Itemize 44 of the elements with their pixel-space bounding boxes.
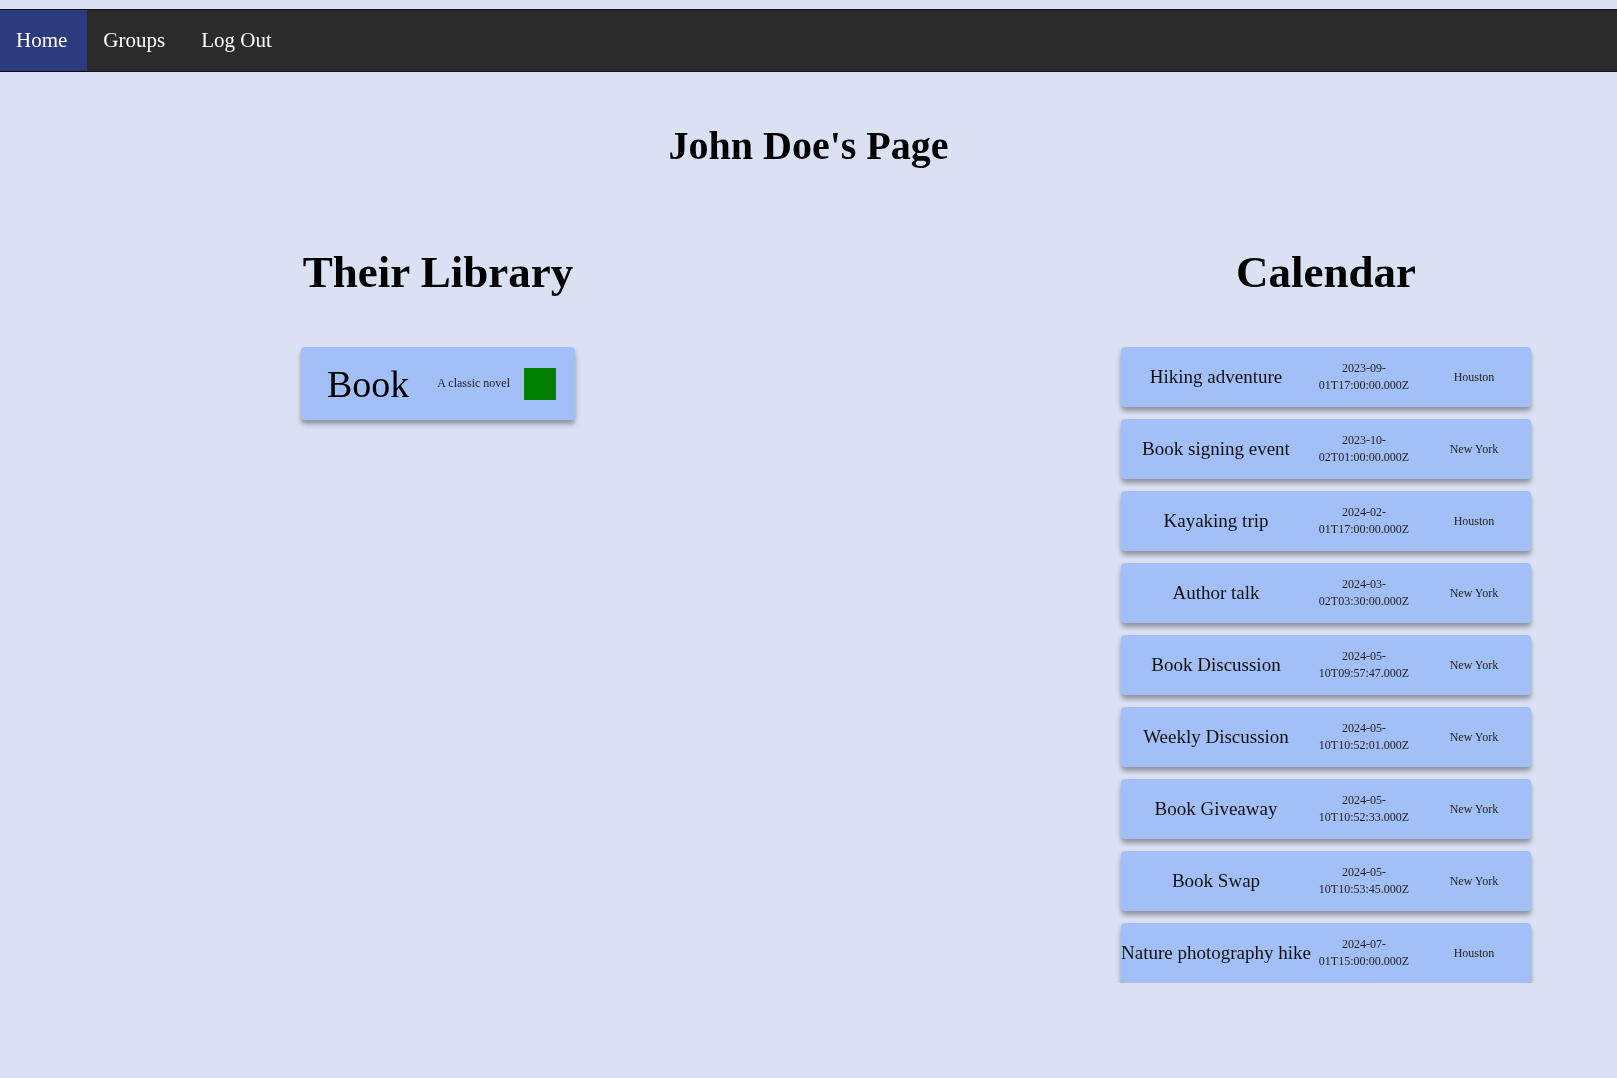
event-location: New York: [1448, 441, 1500, 457]
library-heading: Their Library: [302, 246, 574, 299]
event-card[interactable]: Hiking adventure 2023-09-01T17:00:00.000Z Houston: [1121, 347, 1531, 407]
nav-link[interactable]: Groups: [87, 10, 186, 71]
event-date: 2024-05-10T10:53:45.000Z: [1317, 864, 1411, 898]
book-description: A classic novel: [437, 376, 510, 391]
event-name: Book Swap: [1170, 870, 1262, 892]
event-card[interactable]: Book Discussion 2024-05-10T09:57:47.000Z New York: [1121, 635, 1531, 695]
event-date: 2024-02-01T17:00:00.000Z: [1317, 504, 1411, 538]
event-date: 2024-05-10T10:52:01.000Z: [1317, 720, 1411, 754]
event-name: Weekly Discussion: [1142, 726, 1290, 748]
event-date: 2024-05-10T10:52:33.000Z: [1317, 792, 1411, 826]
event-location: New York: [1448, 729, 1500, 745]
event-name: Hiking adventure: [1148, 366, 1284, 388]
calendar-heading: Calendar: [1236, 246, 1416, 299]
event-location: New York: [1448, 657, 1500, 673]
event-card[interactable]: Book Giveaway 2024-05-10T10:52:33.000Z New York: [1121, 779, 1531, 839]
event-date: 2024-03-02T03:30:00.000Z: [1317, 576, 1411, 610]
nav-link[interactable]: Log Out: [185, 10, 292, 71]
event-name: Book Giveaway: [1153, 798, 1279, 820]
event-name: Author talk: [1171, 582, 1261, 604]
event-location: Houston: [1452, 513, 1496, 529]
event-name: Nature photography hike: [1121, 942, 1311, 964]
event-date: 2023-10-02T01:00:00.000Z: [1317, 432, 1411, 466]
event-date: 2023-09-01T17:00:00.000Z: [1317, 360, 1411, 394]
event-location: Houston: [1452, 369, 1496, 385]
event-location: New York: [1448, 873, 1500, 889]
event-card[interactable]: Kayaking trip 2024-02-01T17:00:00.000Z Houston: [1121, 491, 1531, 551]
page-title: John Doe's Page: [667, 122, 950, 170]
event-date: 2024-07-01T15:00:00.000Z: [1317, 936, 1411, 970]
event-location: New York: [1448, 585, 1500, 601]
event-name: Kayaking trip: [1162, 510, 1270, 532]
event-location: Houston: [1452, 945, 1496, 961]
event-card[interactable]: Weekly Discussion 2024-05-10T10:52:01.000Z New York: [1121, 707, 1531, 767]
event-card[interactable]: Author talk 2024-03-02T03:30:00.000Z New York: [1121, 563, 1531, 623]
event-card[interactable]: Book signing event 2023-10-02T01:00:00.000Z New York: [1121, 419, 1531, 479]
event-date: 2024-05-10T09:57:47.000Z: [1317, 648, 1411, 682]
event-name: Book signing event: [1141, 438, 1291, 460]
event-card[interactable]: Book Swap 2024-05-10T10:53:45.000Z New York: [1121, 851, 1531, 911]
book-title: Book: [327, 361, 410, 406]
book-card[interactable]: Book A classic novel: [301, 347, 575, 420]
event-location: New York: [1448, 801, 1500, 817]
event-name: Book Discussion: [1150, 654, 1282, 676]
nav-link[interactable]: Home: [0, 10, 88, 71]
